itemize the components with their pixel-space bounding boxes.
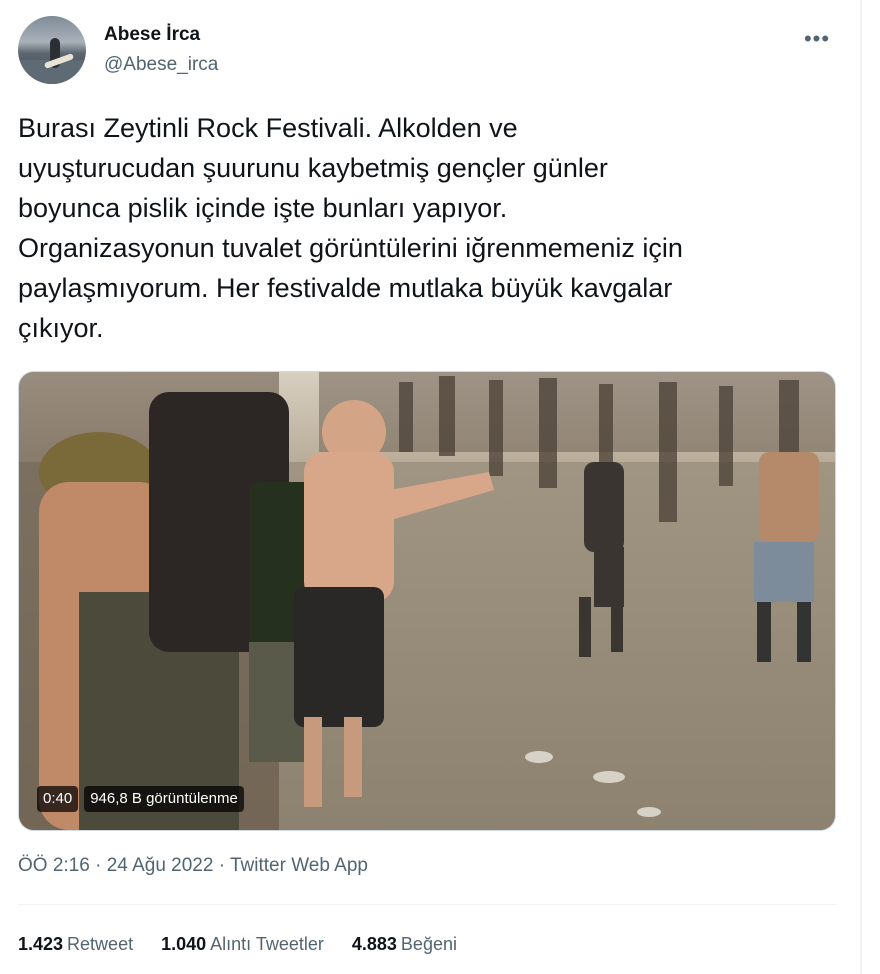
- video-overlay: 0:40 946,8 B görüntülenme: [37, 786, 244, 812]
- quote-label: Alıntı Tweetler: [210, 934, 324, 954]
- tweet-text: Burası Zeytinli Rock Festivali. Alkolden…: [18, 113, 683, 343]
- like-stat[interactable]: 4.883 Beğeni: [352, 934, 457, 955]
- author-name[interactable]: Abese İrca: [104, 24, 200, 46]
- more-options-icon[interactable]: •••: [800, 22, 834, 56]
- retweet-stat[interactable]: 1.423 Retweet: [18, 934, 133, 955]
- quote-count: 1.040: [161, 934, 207, 954]
- retweet-count: 1.423: [18, 934, 64, 954]
- video-views: 946,8 B görüntülenme: [84, 786, 244, 812]
- tweet-source[interactable]: Twitter Web App: [230, 855, 368, 876]
- tweet-meta: ÖÖ 2:16 · 24 Ağu 2022 · Twitter Web App: [18, 855, 368, 877]
- avatar[interactable]: [18, 16, 86, 84]
- meta-separator: ·: [89, 855, 107, 876]
- tweet-time[interactable]: ÖÖ 2:16: [18, 855, 90, 876]
- divider: [18, 904, 836, 905]
- tweet-date[interactable]: 24 Ağu 2022: [107, 855, 214, 876]
- tweet-stats: 1.423 Retweet 1.040 Alıntı Tweetler 4.883 B…: [18, 934, 457, 955]
- column-border: [860, 0, 862, 974]
- meta-separator: ·: [213, 855, 230, 876]
- like-label: Beğeni: [400, 934, 457, 954]
- video-frame: [19, 372, 835, 830]
- video-player[interactable]: 0:40 946,8 B görüntülenme: [18, 371, 836, 831]
- tweet-header: Abese İrca @Abese_irca •••: [18, 16, 838, 88]
- like-count: 4.883: [351, 934, 397, 954]
- retweet-label: Retweet: [67, 934, 134, 954]
- quote-stat[interactable]: 1.040 Alıntı Tweetler: [161, 934, 324, 955]
- author-handle[interactable]: @Abese_irca: [104, 54, 218, 76]
- video-duration: 0:40: [37, 786, 79, 812]
